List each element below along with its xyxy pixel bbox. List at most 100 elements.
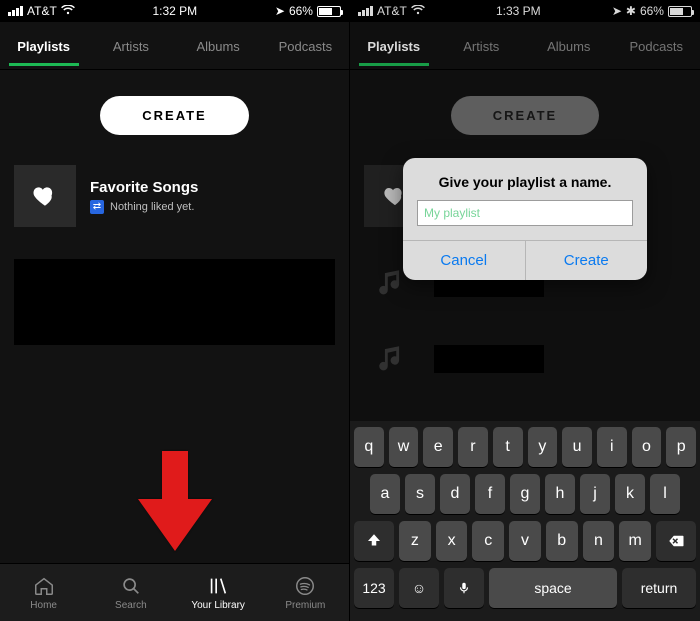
modal-title: Give your playlist a name. (403, 158, 647, 200)
key-t[interactable]: t (493, 427, 523, 467)
library-tabs: Playlists Artists Albums Podcasts (350, 22, 700, 70)
bottom-nav-home[interactable]: Home (0, 564, 87, 621)
keyboard-row-1: qwertyuiop (354, 427, 696, 467)
key-u[interactable]: u (562, 427, 592, 467)
key-l[interactable]: l (650, 474, 680, 514)
music-note-icon (364, 331, 420, 387)
carrier-label: AT&T (377, 4, 407, 18)
key-f[interactable]: f (475, 474, 505, 514)
redacted-block (14, 259, 335, 345)
status-bar: AT&T 1:32 PM ➤ 66% (0, 0, 349, 22)
key-g[interactable]: g (510, 474, 540, 514)
key-s[interactable]: s (405, 474, 435, 514)
return-key[interactable]: return (622, 568, 696, 608)
signal-bars-icon (358, 6, 373, 16)
tab-playlists[interactable]: Playlists (350, 25, 438, 66)
key-z[interactable]: z (399, 521, 431, 561)
key-n[interactable]: n (583, 521, 615, 561)
key-q[interactable]: q (354, 427, 384, 467)
modal-cancel-button[interactable]: Cancel (403, 241, 526, 280)
keyboard-row-3: zxcvbnm (354, 521, 696, 561)
shift-icon (365, 532, 383, 550)
modal-create-button[interactable]: Create (526, 241, 648, 280)
phone-right-modal: AT&T 1:33 PM ➤ ✱ 66% Playlists Artists A… (350, 0, 700, 621)
key-r[interactable]: r (458, 427, 488, 467)
tab-albums[interactable]: Albums (175, 25, 262, 66)
key-o[interactable]: o (632, 427, 662, 467)
emoji-key[interactable]: ☺ (399, 568, 439, 608)
library-tabs: Playlists Artists Albums Podcasts (0, 22, 349, 70)
bottom-nav: Home Search Your Library Premium (0, 563, 349, 621)
battery-icon (317, 6, 341, 17)
list-item[interactable] (350, 321, 700, 397)
tab-playlists[interactable]: Playlists (0, 25, 87, 66)
red-arrow-annotation (132, 451, 218, 551)
key-v[interactable]: v (509, 521, 541, 561)
heart-icon (32, 183, 58, 209)
key-p[interactable]: p (666, 427, 696, 467)
status-time: 1:33 PM (496, 4, 541, 18)
bluetooth-icon: ✱ (626, 4, 636, 18)
bottom-nav-library-label: Your Library (191, 600, 245, 611)
bottom-nav-premium-label: Premium (285, 600, 325, 611)
library-icon (207, 575, 229, 597)
redacted-title (434, 345, 544, 373)
shift-key[interactable] (354, 521, 394, 561)
ios-keyboard: qwertyuiop asdfghjkl zxcvbnm 123 ☺ space… (350, 421, 700, 621)
key-e[interactable]: e (423, 427, 453, 467)
tab-artists[interactable]: Artists (438, 25, 526, 66)
keyboard-row-2: asdfghjkl (354, 474, 696, 514)
microphone-icon (457, 579, 471, 597)
status-bar: AT&T 1:33 PM ➤ ✱ 66% (350, 0, 700, 22)
key-i[interactable]: i (597, 427, 627, 467)
shuffle-badge-icon: ⇄ (90, 200, 104, 214)
tab-albums[interactable]: Albums (525, 25, 613, 66)
playlist-name-input[interactable] (417, 200, 633, 226)
key-b[interactable]: b (546, 521, 578, 561)
battery-percent: 66% (640, 4, 664, 18)
create-playlist-button[interactable]: CREATE (451, 96, 599, 135)
tab-artists[interactable]: Artists (87, 25, 174, 66)
location-icon: ➤ (612, 4, 622, 18)
space-key[interactable]: space (489, 568, 617, 608)
key-w[interactable]: w (389, 427, 419, 467)
key-d[interactable]: d (440, 474, 470, 514)
backspace-icon (666, 532, 686, 550)
create-playlist-button[interactable]: CREATE (100, 96, 248, 135)
bottom-nav-search-label: Search (115, 600, 147, 611)
key-m[interactable]: m (619, 521, 651, 561)
favorite-songs-row[interactable]: Favorite Songs ⇄ Nothing liked yet. (0, 157, 349, 245)
bottom-nav-search[interactable]: Search (87, 564, 174, 621)
key-y[interactable]: y (528, 427, 558, 467)
home-icon (33, 575, 55, 597)
bottom-nav-home-label: Home (30, 600, 57, 611)
wifi-icon (61, 4, 75, 18)
bottom-nav-premium[interactable]: Premium (262, 564, 349, 621)
tab-podcasts[interactable]: Podcasts (613, 25, 700, 66)
dictation-key[interactable] (444, 568, 484, 608)
favorite-subtitle: Nothing liked yet. (110, 201, 194, 213)
phone-left-library: AT&T 1:32 PM ➤ 66% Playlists Artists Alb… (0, 0, 350, 621)
bottom-nav-library[interactable]: Your Library (175, 564, 262, 621)
location-icon: ➤ (275, 4, 285, 18)
numbers-key[interactable]: 123 (354, 568, 394, 608)
battery-percent: 66% (289, 4, 313, 18)
key-a[interactable]: a (370, 474, 400, 514)
favorite-title: Favorite Songs (90, 179, 198, 196)
status-time: 1:32 PM (152, 4, 197, 18)
tab-podcasts[interactable]: Podcasts (262, 25, 349, 66)
battery-icon (668, 6, 692, 17)
key-x[interactable]: x (436, 521, 468, 561)
key-k[interactable]: k (615, 474, 645, 514)
key-j[interactable]: j (580, 474, 610, 514)
key-h[interactable]: h (545, 474, 575, 514)
name-playlist-modal: Give your playlist a name. Cancel Create (403, 158, 647, 280)
wifi-icon (411, 4, 425, 18)
search-icon (120, 575, 142, 597)
spotify-icon (294, 575, 316, 597)
signal-bars-icon (8, 6, 23, 16)
backspace-key[interactable] (656, 521, 696, 561)
key-c[interactable]: c (472, 521, 504, 561)
favorite-heart-tile (14, 165, 76, 227)
carrier-label: AT&T (27, 4, 57, 18)
